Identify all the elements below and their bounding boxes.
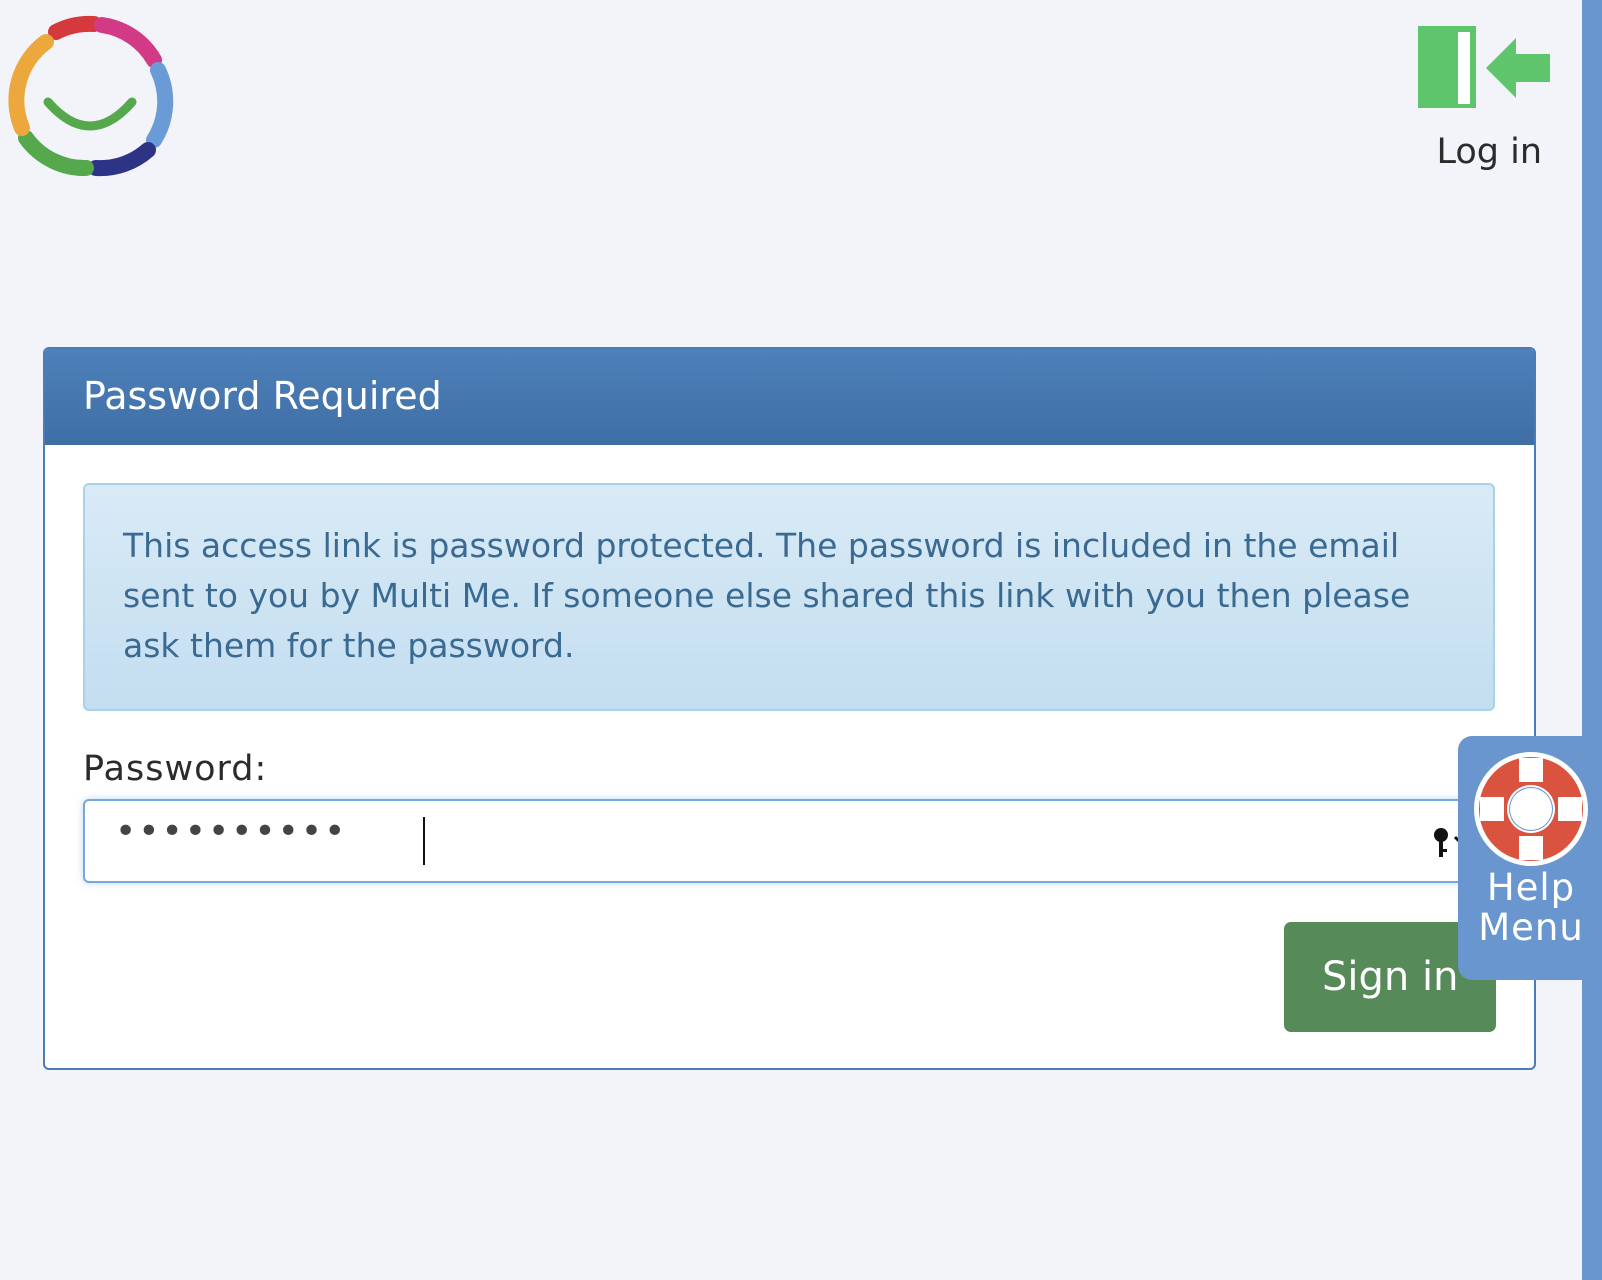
lifebuoy-icon bbox=[1474, 752, 1588, 866]
login-link[interactable]: Log in bbox=[1392, 24, 1550, 172]
password-panel: Password Required This access link is pa… bbox=[43, 347, 1536, 1070]
help-menu-tab[interactable]: Help Menu bbox=[1458, 736, 1602, 980]
login-label: Log in bbox=[1436, 132, 1542, 172]
panel-title: Password Required bbox=[45, 349, 1534, 445]
password-label: Password: bbox=[83, 749, 268, 789]
door-arrow-icon bbox=[1418, 26, 1550, 108]
password-field-container[interactable]: •••••••••• bbox=[83, 799, 1495, 883]
info-alert: This access link is password protected. … bbox=[83, 483, 1495, 711]
password-input[interactable]: •••••••••• bbox=[115, 811, 1385, 871]
multi-me-logo-icon bbox=[8, 15, 174, 177]
text-caret bbox=[423, 817, 425, 865]
help-menu-label: Help Menu bbox=[1478, 866, 1584, 949]
right-edge-bar bbox=[1582, 0, 1602, 1280]
